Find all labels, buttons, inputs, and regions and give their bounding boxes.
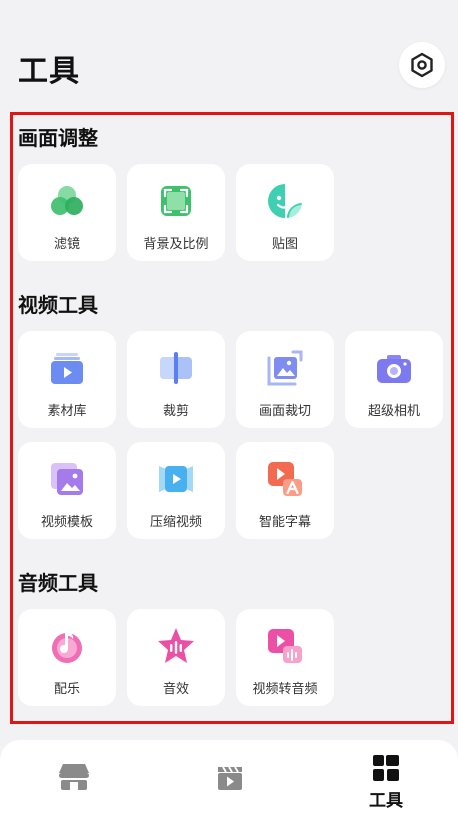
trim-icon: [160, 352, 192, 384]
tool-label: 素材库: [47, 403, 87, 418]
tool-label: 音效: [162, 681, 189, 696]
video-to-audio-icon: [268, 629, 302, 663]
tool-smart-subtitle[interactable]: 智能字幕: [236, 442, 334, 539]
smart-subtitle-icon: [268, 462, 302, 496]
bottom-nav: 工具: [0, 740, 458, 820]
tools-grid-icon: [373, 755, 399, 781]
section-title-audio-tools: 音频工具: [18, 573, 98, 595]
tool-filter[interactable]: 滤镜: [18, 164, 116, 261]
tool-trim[interactable]: 裁剪: [127, 331, 225, 428]
tool-background-ratio[interactable]: 背景及比例: [127, 164, 225, 261]
tool-label: 压缩视频: [149, 514, 202, 529]
nav-label-tools: 工具: [369, 791, 403, 810]
nav-item-shop[interactable]: [24, 740, 124, 820]
material-library-icon: [51, 353, 83, 384]
tool-compress-video[interactable]: 压缩视频: [127, 442, 225, 539]
crop-icon: [267, 350, 303, 386]
tool-label: 滤镜: [53, 236, 80, 251]
tool-label: 超级相机: [367, 403, 420, 418]
compress-video-icon: [159, 466, 193, 492]
nav-item-video[interactable]: [180, 740, 280, 820]
tool-super-camera[interactable]: 超级相机: [345, 331, 443, 428]
tool-label: 配乐: [53, 681, 80, 696]
tool-label: 智能字幕: [258, 514, 311, 529]
tool-material-library[interactable]: 素材库: [18, 331, 116, 428]
tool-label: 裁剪: [162, 403, 189, 418]
section-title-video-tools: 视频工具: [18, 295, 98, 317]
tool-label: 背景及比例: [143, 236, 209, 251]
section-title-picture-adjust: 画面调整: [18, 128, 98, 150]
sound-effect-icon: [158, 628, 194, 663]
settings-hexagon-icon: [411, 52, 433, 78]
nav-item-tools[interactable]: 工具: [336, 740, 436, 820]
header: 工具: [0, 0, 458, 112]
tool-label: 画面裁切: [258, 403, 311, 418]
camera-icon: [377, 355, 411, 383]
tool-crop[interactable]: 画面裁切: [236, 331, 334, 428]
tool-video-template[interactable]: 视频模板: [18, 442, 116, 539]
background-ratio-icon: [161, 186, 191, 216]
sticker-icon: [268, 184, 302, 218]
tool-sound-effect[interactable]: 音效: [127, 609, 225, 706]
shop-icon: [59, 764, 89, 790]
music-icon: [52, 632, 82, 663]
tool-label: 视频转音频: [252, 681, 318, 696]
tool-music[interactable]: 配乐: [18, 609, 116, 706]
filter-icon: [51, 186, 83, 215]
tool-label: 贴图: [271, 236, 298, 251]
tool-video-to-audio[interactable]: 视频转音频: [236, 609, 334, 706]
settings-button[interactable]: [399, 42, 445, 88]
tool-sticker[interactable]: 贴图: [236, 164, 334, 261]
video-clapper-icon: [218, 766, 242, 790]
tool-label: 视频模板: [40, 514, 93, 529]
video-template-icon: [51, 463, 83, 495]
page-title: 工具: [18, 55, 80, 88]
